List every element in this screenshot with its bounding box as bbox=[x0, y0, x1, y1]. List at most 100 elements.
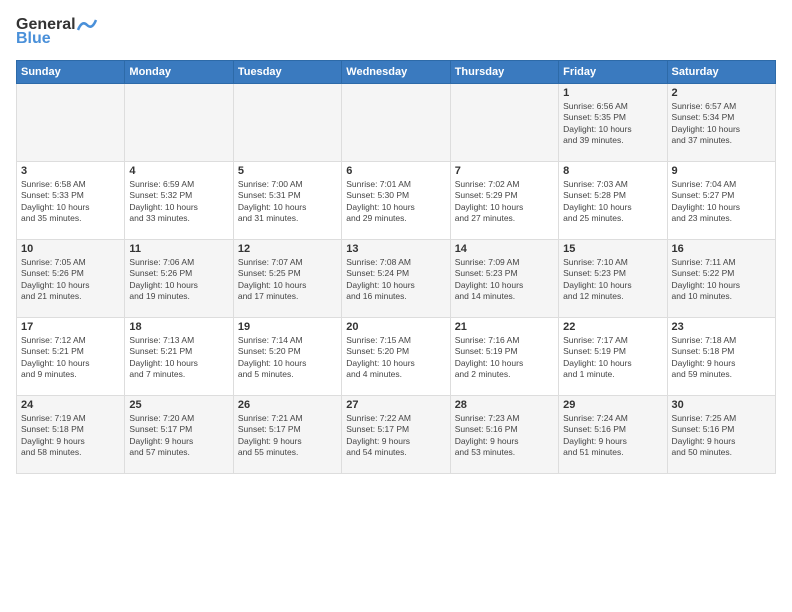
calendar-cell-3-5: 14 Sunrise: 7:09 AMSunset: 5:23 PMDayligh… bbox=[450, 240, 558, 318]
day-number: 8 bbox=[563, 165, 662, 177]
header: General Blue bbox=[16, 16, 776, 48]
calendar-cell-2-7: 9 Sunrise: 7:04 AMSunset: 5:27 PMDaylight… bbox=[667, 162, 775, 240]
calendar-cell-4-7: 23 Sunrise: 7:18 AMSunset: 5:18 PMDayligh… bbox=[667, 318, 775, 396]
day-number: 18 bbox=[129, 321, 228, 333]
day-number: 2 bbox=[672, 87, 771, 99]
day-number: 6 bbox=[346, 165, 445, 177]
calendar-cell-3-7: 16 Sunrise: 7:11 AMSunset: 5:22 PMDayligh… bbox=[667, 240, 775, 318]
day-info: Sunrise: 7:11 AMSunset: 5:22 PMDaylight:… bbox=[672, 257, 771, 303]
calendar-cell-1-2 bbox=[125, 84, 233, 162]
day-number: 4 bbox=[129, 165, 228, 177]
calendar-cell-3-1: 10Sunrise: 7:05 AMSunset: 5:26 PMDayligh… bbox=[17, 240, 125, 318]
calendar-cell-4-4: 20 Sunrise: 7:15 AMSunset: 5:20 PMDayligh… bbox=[342, 318, 450, 396]
day-number: 11 bbox=[129, 243, 228, 255]
day-number: 15 bbox=[563, 243, 662, 255]
day-number: 1 bbox=[563, 87, 662, 99]
logo-blue-text: Blue bbox=[16, 30, 51, 48]
calendar-cell-1-4 bbox=[342, 84, 450, 162]
day-number: 23 bbox=[672, 321, 771, 333]
day-info: Sunrise: 7:02 AMSunset: 5:29 PMDaylight:… bbox=[455, 179, 554, 225]
day-info: Sunrise: 7:14 AMSunset: 5:20 PMDaylight:… bbox=[238, 335, 337, 381]
calendar-cell-4-1: 17 Sunrise: 7:12 AMSunset: 5:21 PMDayligh… bbox=[17, 318, 125, 396]
day-info: Sunrise: 7:22 AMSunset: 5:17 PMDaylight:… bbox=[346, 413, 445, 459]
day-info: Sunrise: 6:57 AMSunset: 5:34 PMDaylight:… bbox=[672, 101, 771, 147]
day-info: Sunrise: 7:23 AMSunset: 5:16 PMDaylight:… bbox=[455, 413, 554, 459]
calendar-week-3: 10Sunrise: 7:05 AMSunset: 5:26 PMDayligh… bbox=[17, 240, 776, 318]
day-info: Sunrise: 7:10 AMSunset: 5:23 PMDaylight:… bbox=[563, 257, 662, 303]
calendar-cell-3-2: 11 Sunrise: 7:06 AMSunset: 5:26 PMDayligh… bbox=[125, 240, 233, 318]
calendar-cell-5-3: 26 Sunrise: 7:21 AMSunset: 5:17 PMDayligh… bbox=[233, 396, 341, 474]
day-number: 27 bbox=[346, 399, 445, 411]
day-info: Sunrise: 7:13 AMSunset: 5:21 PMDaylight:… bbox=[129, 335, 228, 381]
day-info: Sunrise: 6:58 AMSunset: 5:33 PMDaylight:… bbox=[21, 179, 120, 225]
day-info: Sunrise: 7:09 AMSunset: 5:23 PMDaylight:… bbox=[455, 257, 554, 303]
calendar-header-wednesday: Wednesday bbox=[342, 61, 450, 84]
calendar-week-4: 17 Sunrise: 7:12 AMSunset: 5:21 PMDayligh… bbox=[17, 318, 776, 396]
day-number: 5 bbox=[238, 165, 337, 177]
day-info: Sunrise: 7:05 AMSunset: 5:26 PMDaylight:… bbox=[21, 257, 120, 303]
calendar-week-1: 1 Sunrise: 6:56 AMSunset: 5:35 PMDaylight… bbox=[17, 84, 776, 162]
calendar-week-2: 3Sunrise: 6:58 AMSunset: 5:33 PMDaylight… bbox=[17, 162, 776, 240]
calendar-cell-3-4: 13Sunrise: 7:08 AMSunset: 5:24 PMDayligh… bbox=[342, 240, 450, 318]
calendar-cell-5-4: 27 Sunrise: 7:22 AMSunset: 5:17 PMDayligh… bbox=[342, 396, 450, 474]
day-number: 9 bbox=[672, 165, 771, 177]
calendar-cell-5-2: 25 Sunrise: 7:20 AMSunset: 5:17 PMDayligh… bbox=[125, 396, 233, 474]
calendar-cell-3-3: 12Sunrise: 7:07 AMSunset: 5:25 PMDayligh… bbox=[233, 240, 341, 318]
calendar-cell-2-2: 4 Sunrise: 6:59 AMSunset: 5:32 PMDaylight… bbox=[125, 162, 233, 240]
day-number: 22 bbox=[563, 321, 662, 333]
calendar-cell-1-6: 1 Sunrise: 6:56 AMSunset: 5:35 PMDaylight… bbox=[559, 84, 667, 162]
day-info: Sunrise: 7:24 AMSunset: 5:16 PMDaylight:… bbox=[563, 413, 662, 459]
day-info: Sunrise: 6:59 AMSunset: 5:32 PMDaylight:… bbox=[129, 179, 228, 225]
day-info: Sunrise: 7:21 AMSunset: 5:17 PMDaylight:… bbox=[238, 413, 337, 459]
calendar-cell-2-5: 7 Sunrise: 7:02 AMSunset: 5:29 PMDaylight… bbox=[450, 162, 558, 240]
day-info: Sunrise: 7:15 AMSunset: 5:20 PMDaylight:… bbox=[346, 335, 445, 381]
calendar-cell-2-3: 5Sunrise: 7:00 AMSunset: 5:31 PMDaylight… bbox=[233, 162, 341, 240]
calendar-cell-4-6: 22 Sunrise: 7:17 AMSunset: 5:19 PMDayligh… bbox=[559, 318, 667, 396]
day-info: Sunrise: 7:12 AMSunset: 5:21 PMDaylight:… bbox=[21, 335, 120, 381]
day-number: 29 bbox=[563, 399, 662, 411]
calendar-header-row: SundayMondayTuesdayWednesdayThursdayFrid… bbox=[17, 61, 776, 84]
calendar-cell-1-5 bbox=[450, 84, 558, 162]
calendar-cell-5-1: 24 Sunrise: 7:19 AMSunset: 5:18 PMDayligh… bbox=[17, 396, 125, 474]
calendar-header-thursday: Thursday bbox=[450, 61, 558, 84]
calendar-cell-4-2: 18 Sunrise: 7:13 AMSunset: 5:21 PMDayligh… bbox=[125, 318, 233, 396]
day-info: Sunrise: 7:18 AMSunset: 5:18 PMDaylight:… bbox=[672, 335, 771, 381]
day-info: Sunrise: 6:56 AMSunset: 5:35 PMDaylight:… bbox=[563, 101, 662, 147]
day-info: Sunrise: 7:25 AMSunset: 5:16 PMDaylight:… bbox=[672, 413, 771, 459]
day-info: Sunrise: 7:04 AMSunset: 5:27 PMDaylight:… bbox=[672, 179, 771, 225]
day-number: 24 bbox=[21, 399, 120, 411]
calendar-cell-5-5: 28Sunrise: 7:23 AMSunset: 5:16 PMDayligh… bbox=[450, 396, 558, 474]
day-info: Sunrise: 7:20 AMSunset: 5:17 PMDaylight:… bbox=[129, 413, 228, 459]
calendar-header-monday: Monday bbox=[125, 61, 233, 84]
day-number: 12 bbox=[238, 243, 337, 255]
calendar-cell-1-3 bbox=[233, 84, 341, 162]
day-number: 16 bbox=[672, 243, 771, 255]
calendar-cell-1-7: 2 Sunrise: 6:57 AMSunset: 5:34 PMDaylight… bbox=[667, 84, 775, 162]
calendar-cell-3-6: 15 Sunrise: 7:10 AMSunset: 5:23 PMDayligh… bbox=[559, 240, 667, 318]
calendar-cell-4-3: 19 Sunrise: 7:14 AMSunset: 5:20 PMDayligh… bbox=[233, 318, 341, 396]
day-number: 7 bbox=[455, 165, 554, 177]
calendar-header-sunday: Sunday bbox=[17, 61, 125, 84]
day-info: Sunrise: 7:19 AMSunset: 5:18 PMDaylight:… bbox=[21, 413, 120, 459]
calendar-cell-5-6: 29 Sunrise: 7:24 AMSunset: 5:16 PMDayligh… bbox=[559, 396, 667, 474]
day-info: Sunrise: 7:17 AMSunset: 5:19 PMDaylight:… bbox=[563, 335, 662, 381]
calendar-header-saturday: Saturday bbox=[667, 61, 775, 84]
calendar-week-5: 24 Sunrise: 7:19 AMSunset: 5:18 PMDayligh… bbox=[17, 396, 776, 474]
day-number: 19 bbox=[238, 321, 337, 333]
day-number: 13 bbox=[346, 243, 445, 255]
day-number: 26 bbox=[238, 399, 337, 411]
day-number: 20 bbox=[346, 321, 445, 333]
calendar-cell-4-5: 21Sunrise: 7:16 AMSunset: 5:19 PMDayligh… bbox=[450, 318, 558, 396]
day-number: 25 bbox=[129, 399, 228, 411]
calendar-cell-1-1 bbox=[17, 84, 125, 162]
day-number: 17 bbox=[21, 321, 120, 333]
day-number: 21 bbox=[455, 321, 554, 333]
calendar-header-friday: Friday bbox=[559, 61, 667, 84]
day-number: 14 bbox=[455, 243, 554, 255]
day-info: Sunrise: 7:06 AMSunset: 5:26 PMDaylight:… bbox=[129, 257, 228, 303]
calendar-cell-2-6: 8Sunrise: 7:03 AMSunset: 5:28 PMDaylight… bbox=[559, 162, 667, 240]
page: General Blue SundayMondayTuesdayWednesda… bbox=[0, 0, 792, 612]
calendar-header-tuesday: Tuesday bbox=[233, 61, 341, 84]
calendar-table: SundayMondayTuesdayWednesdayThursdayFrid… bbox=[16, 60, 776, 474]
calendar-cell-2-1: 3Sunrise: 6:58 AMSunset: 5:33 PMDaylight… bbox=[17, 162, 125, 240]
